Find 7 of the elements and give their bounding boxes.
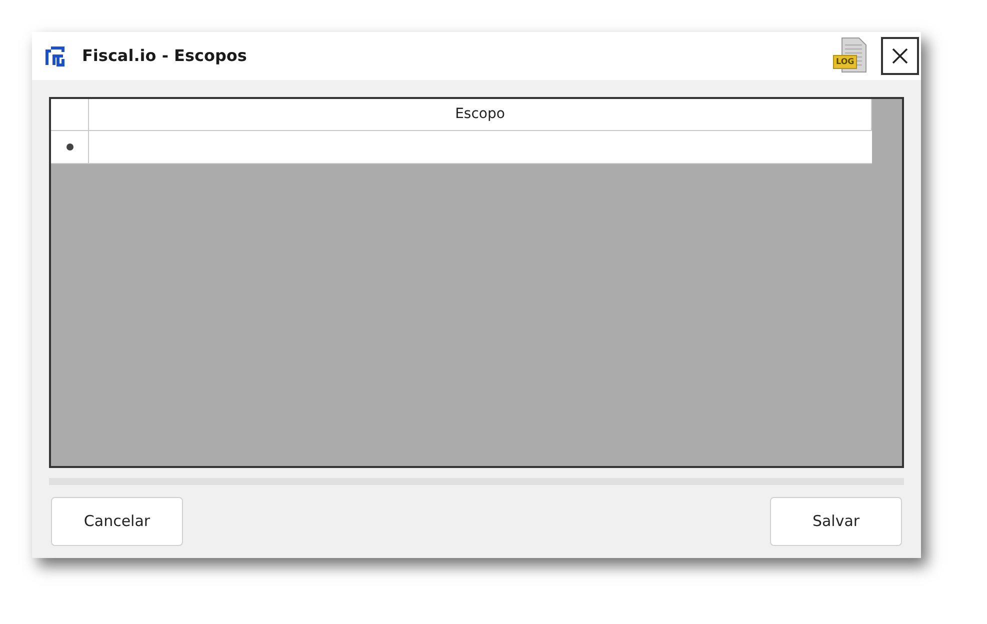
app-logo-icon (44, 45, 66, 67)
window-title: Fiscal.io - Escopos (82, 45, 247, 67)
log-label: LOG (833, 55, 858, 69)
close-icon (891, 47, 909, 65)
dialog-button[interactable]: Salvar (770, 497, 902, 546)
dialog-button[interactable]: Cancelar (51, 497, 183, 546)
close-button[interactable] (881, 37, 919, 75)
